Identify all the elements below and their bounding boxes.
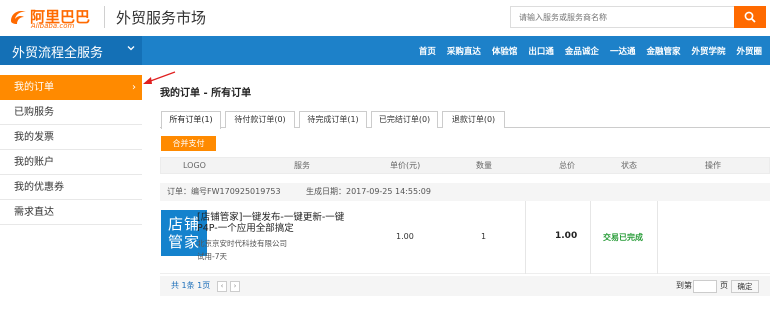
column-divider bbox=[525, 201, 526, 274]
trial-period: 试用-7天 bbox=[197, 252, 227, 261]
nav-link-experience[interactable]: 体验馆 bbox=[492, 45, 518, 57]
sidebar-item-invoices[interactable]: 我的发票 bbox=[0, 125, 142, 150]
col-unit-price: 单价(元) bbox=[390, 161, 421, 170]
sidebar-item-label: 我的优惠券 bbox=[14, 182, 64, 193]
order-meta-row: 订单：编号FW170925019753 生成日期：2017-09-25 14:5… bbox=[160, 183, 770, 201]
sidebar-item-account[interactable]: 我的账户 bbox=[0, 150, 142, 175]
order-created-date: 生成日期：2017-09-25 14:55:09 bbox=[306, 187, 431, 196]
tab-completed[interactable]: 已完结订单(0) bbox=[371, 111, 438, 128]
status-badge: 交易已完成 bbox=[603, 233, 643, 242]
alibaba-logo-icon bbox=[11, 11, 26, 24]
col-quantity: 数量 bbox=[476, 161, 492, 170]
sidebar-item-label: 已购服务 bbox=[14, 107, 54, 118]
quantity-value: 1 bbox=[481, 232, 487, 241]
prev-page-button[interactable]: ‹ bbox=[217, 281, 227, 292]
col-status: 状态 bbox=[621, 161, 637, 170]
total-price-value: 1.00 bbox=[555, 231, 578, 241]
column-divider bbox=[590, 201, 591, 274]
col-service: 服务 bbox=[294, 161, 310, 170]
search-button[interactable] bbox=[734, 6, 766, 28]
tab-refund[interactable]: 退款订单(0) bbox=[442, 111, 505, 128]
nav-link-academy[interactable]: 外贸学院 bbox=[691, 45, 725, 57]
chevron-right-icon: › bbox=[132, 82, 136, 93]
sidebar-item-label: 需求直达 bbox=[14, 207, 54, 218]
goto-page-input[interactable] bbox=[693, 280, 717, 293]
column-divider bbox=[657, 201, 658, 274]
sidebar-item-coupons[interactable]: 我的优惠券 bbox=[0, 175, 142, 200]
sidebar-item-label: 我的账户 bbox=[14, 157, 54, 168]
col-logo: LOGO bbox=[183, 161, 206, 170]
sidebar-item-demand[interactable]: 需求直达 bbox=[0, 200, 142, 225]
nav-link-home[interactable]: 首页 bbox=[419, 45, 436, 57]
order-number: 订单：编号FW170925019753 bbox=[167, 187, 281, 196]
page-title: 我的订单 - 所有订单 bbox=[160, 88, 252, 99]
nav-links: 首页 采购直达 体验馆 出口通 金品诚企 一达通 金融管家 外贸学院 外贸圈 bbox=[413, 36, 770, 65]
page-unit-label: 页 bbox=[720, 281, 728, 290]
order-tabs: 所有订单(1) 待付款订单(0) 待完成订单(1) 已完结订单(0) 退款订单(… bbox=[160, 111, 770, 129]
sidebar-item-my-orders[interactable]: 我的订单 › bbox=[0, 75, 142, 100]
merge-pay-button[interactable]: 合并支付 bbox=[161, 136, 216, 151]
nav-brand-label: 外贸流程全服务 bbox=[12, 46, 104, 61]
nav-link-gold[interactable]: 金品诚企 bbox=[565, 45, 599, 57]
search-icon bbox=[744, 11, 756, 23]
top-header: 阿里巴巴 Alibaba.com 外贸服务市场 bbox=[0, 0, 770, 36]
goto-page-label: 到第 bbox=[676, 281, 692, 290]
sidebar: 我的订单 › 已购服务 我的发票 我的账户 我的优惠券 需求直达 bbox=[0, 75, 142, 225]
next-page-button[interactable]: › bbox=[230, 281, 240, 292]
sidebar-item-label: 我的订单 bbox=[14, 82, 54, 93]
nav-link-onetouch[interactable]: 一达通 bbox=[610, 45, 636, 57]
tab-all-orders[interactable]: 所有订单(1) bbox=[161, 111, 221, 129]
site-title[interactable]: 外贸服务市场 bbox=[116, 7, 206, 28]
alibaba-logo[interactable]: 阿里巴巴 Alibaba.com bbox=[8, 5, 108, 30]
chevron-down-icon bbox=[127, 46, 135, 51]
nav-link-purchase[interactable]: 采购直达 bbox=[447, 45, 481, 57]
nav-link-finance[interactable]: 金融管家 bbox=[646, 45, 680, 57]
sidebar-item-label: 我的发票 bbox=[14, 132, 54, 143]
main-nav: 外贸流程全服务 首页 采购直达 体验馆 出口通 金品诚企 一达通 金融管家 外贸… bbox=[0, 36, 770, 65]
nav-link-export[interactable]: 出口通 bbox=[528, 45, 554, 57]
col-actions: 操作 bbox=[705, 161, 721, 170]
unit-price-value: 1.00 bbox=[396, 232, 414, 241]
logo-divider bbox=[104, 6, 105, 28]
pagination: 共 1条 1页 ‹ › 到第 页 确定 bbox=[160, 276, 770, 296]
table-header: LOGO 服务 单价(元) 数量 总价 状态 操作 bbox=[160, 157, 770, 174]
tab-pending-payment[interactable]: 待付款订单(0) bbox=[225, 111, 295, 128]
table-row: 店铺 管家 [店铺管家]一键发布-一键更新-一键P4P-一个应用全部搞定 北京京… bbox=[160, 201, 770, 274]
vendor-name: 北京京安时代科技有限公司 bbox=[197, 239, 287, 248]
sidebar-item-purchased[interactable]: 已购服务 bbox=[0, 100, 142, 125]
product-name-link[interactable]: [店铺管家]一键发布-一键更新-一键P4P-一个应用全部搞定 bbox=[197, 212, 357, 234]
search-input[interactable] bbox=[510, 6, 734, 28]
logo-text-en: Alibaba.com bbox=[31, 22, 75, 30]
nav-brand-dropdown[interactable]: 外贸流程全服务 bbox=[0, 36, 142, 65]
goto-confirm-button[interactable]: 确定 bbox=[731, 280, 759, 293]
pagination-summary: 共 1条 1页 bbox=[171, 281, 211, 290]
tab-pending-completion[interactable]: 待完成订单(1) bbox=[299, 111, 367, 128]
nav-link-circle[interactable]: 外贸圈 bbox=[736, 45, 762, 57]
col-total: 总价 bbox=[559, 161, 575, 170]
